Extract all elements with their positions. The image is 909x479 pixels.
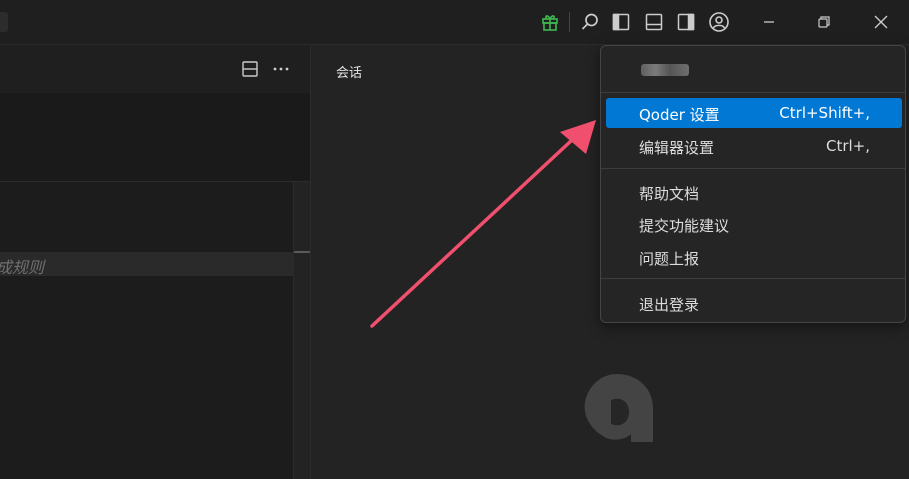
- menu-item-logout[interactable]: 退出登录: [606, 288, 902, 318]
- menu-item-help-docs[interactable]: 帮助文档: [606, 177, 902, 207]
- menu-separator: [601, 168, 905, 169]
- toggle-secondary-sidebar-icon[interactable]: [674, 10, 698, 34]
- menu-item-editor-settings[interactable]: 编辑器设置 Ctrl+,: [606, 131, 902, 161]
- left-panel-band: [0, 93, 310, 182]
- gift-icon[interactable]: [538, 10, 562, 34]
- menu-item-label: Qoder 设置: [639, 106, 720, 124]
- conversation-title: 会话: [336, 66, 363, 81]
- menu-separator: [601, 92, 905, 93]
- menu-item-label: 退出登录: [639, 296, 700, 314]
- title-bar: [0, 0, 909, 45]
- menu-item-shortcut: Ctrl+Shift+,: [779, 104, 870, 122]
- account-icon[interactable]: [707, 10, 731, 34]
- menu-item-feature-suggestion[interactable]: 提交功能建议: [606, 209, 902, 239]
- menu-item-report-issue[interactable]: 问题上报: [606, 242, 902, 272]
- menu-item-shortcut: Ctrl+,: [825, 137, 870, 155]
- titlebar-separator: [569, 12, 570, 32]
- search-icon[interactable]: [578, 10, 602, 34]
- account-username: [641, 61, 693, 79]
- scrollbar-marker: [294, 251, 310, 253]
- menu-item-label: 编辑器设置: [639, 139, 715, 157]
- titlebar-left-control[interactable]: [0, 12, 8, 32]
- minimize-icon[interactable]: [757, 10, 781, 34]
- toggle-panel-icon[interactable]: [642, 10, 666, 34]
- menu-item-label: 帮助文档: [639, 185, 700, 203]
- scrollbar-track[interactable]: [293, 182, 311, 479]
- account-menu: Qoder 设置 Ctrl+Shift+, 编辑器设置 Ctrl+, 帮助文档 …: [600, 45, 906, 323]
- toggle-primary-sidebar-icon[interactable]: [609, 10, 633, 34]
- restore-icon[interactable]: [812, 10, 836, 34]
- left-panel-header: [0, 45, 310, 93]
- menu-separator: [601, 278, 905, 279]
- menu-item-qoder-settings[interactable]: Qoder 设置 Ctrl+Shift+,: [606, 98, 902, 128]
- qoder-logo-icon: [581, 372, 655, 450]
- more-actions-icon[interactable]: [269, 57, 293, 81]
- close-icon[interactable]: [869, 10, 893, 34]
- menu-item-label: 问题上报: [639, 250, 700, 268]
- split-editor-icon[interactable]: [238, 57, 262, 81]
- menu-item-label: 提交功能建议: [639, 217, 730, 235]
- left-content-area: [0, 182, 293, 479]
- rules-placeholder-text: 成规则: [0, 258, 45, 277]
